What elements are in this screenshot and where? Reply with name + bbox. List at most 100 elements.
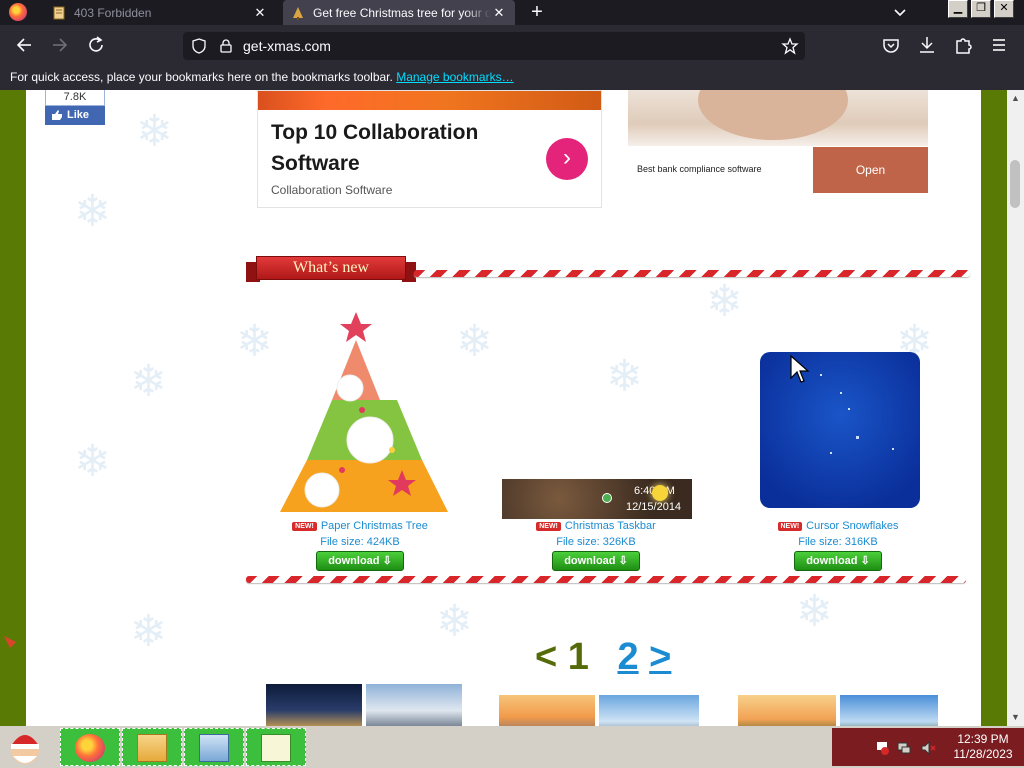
file-size: File size: 326KB (556, 536, 636, 548)
taskbar-control-panel[interactable] (184, 728, 244, 766)
flag-alert-icon[interactable] (874, 740, 890, 756)
snow-dot (848, 408, 850, 410)
back-arrow-icon[interactable] (13, 34, 35, 56)
city-sunset-thumbnail[interactable] (499, 695, 595, 726)
extensions-puzzle-icon[interactable] (952, 34, 974, 56)
thumbs-up-icon (52, 110, 62, 120)
ad-hand-image (628, 90, 928, 146)
like-count: 7.8K (45, 90, 105, 106)
santa-start-button-icon[interactable] (3, 728, 47, 766)
lock-icon[interactable] (218, 38, 234, 54)
taskbar-clock[interactable]: 12:39 PM 11/28/2023 (944, 732, 1022, 762)
forest-day-thumbnail[interactable] (840, 695, 938, 726)
firefox-icon (75, 734, 105, 762)
prague-night-thumbnail[interactable] (266, 684, 362, 726)
speaker-muted-icon[interactable] (920, 740, 936, 756)
url-text[interactable]: get-xmas.com (243, 38, 331, 54)
snowflake-decoration-icon: ❄ (130, 607, 167, 656)
prague-day-thumbnail[interactable] (366, 684, 462, 726)
paper-christmas-tree-image[interactable] (272, 300, 452, 522)
close-window-button[interactable]: ✕ (994, 0, 1014, 18)
new-badge: NEW! (292, 522, 317, 531)
ad-text: Best bank compliance software (637, 164, 762, 174)
file-size: File size: 316KB (798, 536, 878, 548)
network-icon[interactable] (896, 740, 912, 756)
forward-arrow-icon[interactable] (49, 34, 71, 56)
snow-dot (830, 452, 832, 454)
page-icon (53, 6, 65, 19)
item-name-link[interactable]: Paper Christmas Tree (321, 520, 428, 532)
scroll-up-arrow-icon[interactable]: ▲ (1010, 93, 1021, 104)
new-badge: NEW! (536, 522, 561, 531)
bookmark-star-icon[interactable] (781, 37, 799, 55)
christmas-taskbar-image[interactable]: 6:40 PM 12/15/2014 (502, 479, 692, 519)
pager-next-link[interactable]: > (649, 636, 671, 678)
scrollbar-thumb[interactable] (1010, 160, 1020, 208)
reload-icon[interactable] (85, 34, 107, 56)
tab-close-icon[interactable]: ✕ (491, 5, 507, 21)
item-paper-christmas-tree: NEW! Paper Christmas Tree File size: 424K… (262, 520, 458, 571)
snow-dot (840, 392, 842, 394)
taskbar-firefox[interactable] (60, 728, 120, 766)
cursor-snowflakes-image[interactable] (760, 352, 920, 508)
ad-bank-compliance[interactable]: Best bank compliance software Open (628, 90, 928, 194)
hamburger-menu-icon[interactable] (988, 34, 1010, 56)
finger-shape (698, 90, 848, 140)
taskbar-text-editor[interactable] (246, 728, 306, 766)
facebook-like-widget[interactable]: 7.8K Like (45, 90, 105, 126)
tab-403-forbidden[interactable]: 403 Forbidden ✕ (44, 0, 276, 25)
item-cursor-snowflakes: NEW! Cursor Snowflakes File size: 316KB d… (740, 520, 936, 571)
taskbar-file-explorer[interactable] (122, 728, 182, 766)
manage-bookmarks-link[interactable]: Manage bookmarks… (396, 70, 513, 84)
bookmarks-toolbar: For quick access, place your bookmarks h… (0, 66, 1024, 90)
tab-get-xmas[interactable]: Get free Christmas tree for your desktop… (283, 0, 515, 25)
firefox-logo-icon (9, 3, 27, 21)
pocket-icon[interactable] (880, 34, 902, 56)
ad-arrow-button[interactable]: › (546, 138, 588, 180)
download-button[interactable]: download ⇩ (794, 551, 882, 571)
new-tab-button[interactable]: + (527, 2, 547, 22)
tracking-protection-shield-icon[interactable] (191, 38, 207, 54)
scroll-down-arrow-icon[interactable]: ▼ (1010, 712, 1021, 723)
restore-window-button[interactable]: ❐ (971, 0, 991, 18)
christmas-tree-favicon-icon (293, 6, 303, 20)
ad-banner-image (258, 91, 601, 110)
control-panel-icon (199, 734, 229, 762)
ad-title[interactable]: Top 10 Collaboration Software (271, 117, 521, 179)
address-bar[interactable]: get-xmas.com (183, 32, 805, 60)
list-all-tabs-icon[interactable] (891, 3, 909, 21)
pager-current-page[interactable]: 2 (617, 636, 638, 678)
glowing-ornament-icon (652, 485, 668, 501)
snowflake-decoration-icon: ❄ (436, 597, 473, 646)
snowflake-decoration-icon: ❄ (606, 352, 643, 401)
item-name-link[interactable]: Cursor Snowflakes (806, 520, 898, 532)
ad-subtitle: Collaboration Software (271, 183, 393, 197)
snow-dot (892, 448, 894, 450)
windows-taskbar: 12:39 PM 11/28/2023 (0, 726, 1024, 768)
ad-open-button[interactable]: Open (813, 147, 928, 193)
page-edge-ornament-icon (4, 636, 16, 648)
city-day-thumbnail[interactable] (599, 695, 699, 726)
snowflake-decoration-icon: ❄ (130, 357, 167, 406)
whats-new-ribbon: What’s new (246, 256, 416, 284)
facebook-like-button[interactable]: Like (45, 106, 105, 125)
forest-sunset-thumbnail[interactable] (738, 695, 836, 726)
snowflake-decoration-icon: ❄ (74, 187, 111, 236)
section-title: What’s new (256, 256, 406, 280)
ad-collaboration-software[interactable]: Top 10 Collaboration Software Collaborat… (257, 90, 602, 208)
minimize-window-button[interactable]: ▁ (948, 0, 968, 18)
download-button[interactable]: download ⇩ (316, 551, 404, 571)
folder-icon (137, 734, 167, 762)
system-tray: 12:39 PM 11/28/2023 (832, 728, 1024, 766)
pagination: < 1 2 > (535, 636, 671, 679)
tab-close-icon[interactable]: ✕ (252, 5, 268, 21)
preview-clock-date: 12/15/2014 (626, 501, 682, 513)
download-button[interactable]: download ⇩ (552, 551, 640, 571)
snowflake-decoration-icon: ❄ (136, 107, 173, 156)
pager-prev-link[interactable]: < 1 (535, 636, 589, 678)
vertical-scrollbar[interactable]: ▲ ▼ (1007, 90, 1024, 726)
notepad-icon (261, 734, 291, 762)
item-name-link[interactable]: Christmas Taskbar (565, 520, 656, 532)
downloads-icon[interactable] (916, 34, 938, 56)
mouse-cursor-icon (790, 354, 810, 383)
